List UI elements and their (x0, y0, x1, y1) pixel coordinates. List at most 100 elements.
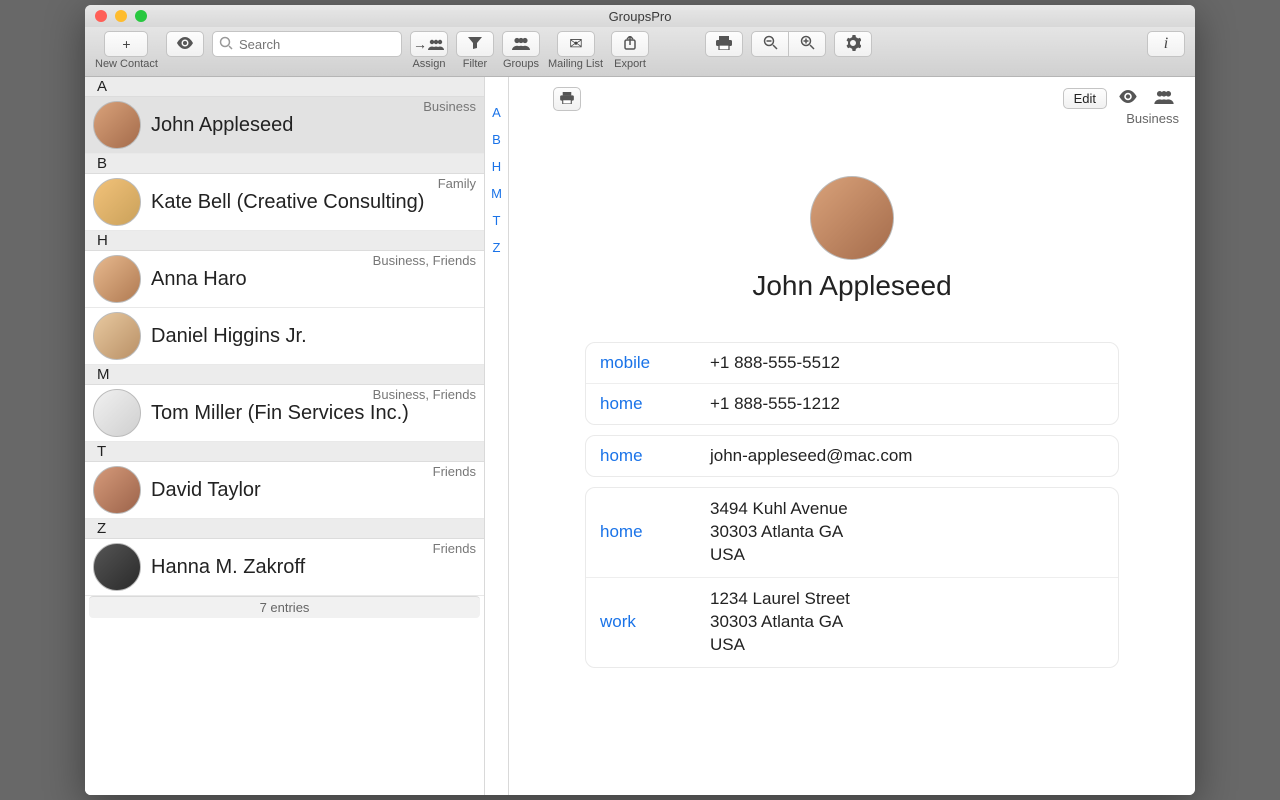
detail-group-label: Business (1126, 111, 1179, 126)
avatar (93, 389, 141, 437)
detail-row[interactable]: mobile+1 888-555-5512 (586, 343, 1118, 384)
settings-button[interactable] (834, 31, 872, 57)
detail-row-value: +1 888-555-1212 (710, 394, 840, 414)
printer-icon (715, 36, 733, 53)
print-button[interactable] (705, 31, 743, 57)
group-icon (1152, 89, 1176, 107)
contact-avatar (810, 176, 894, 260)
row-groups: Family (438, 176, 476, 191)
new-contact-label: New Contact (95, 58, 158, 70)
detail-row-value: john-appleseed@mac.com (710, 446, 912, 466)
avatar (93, 255, 141, 303)
app-window: GroupsPro + New Contact → (85, 5, 1195, 795)
section-header: B (85, 154, 484, 174)
addresses-card: home3494 Kuhl Avenue30303 Atlanta GAUSAw… (585, 487, 1119, 668)
section-header: A (85, 77, 484, 97)
section-header: Z (85, 519, 484, 539)
info-icon: i (1164, 35, 1168, 53)
export-button[interactable] (611, 31, 649, 57)
visibility-button[interactable] (166, 31, 204, 57)
groups-button[interactable] (502, 31, 540, 57)
zoom-out-button[interactable] (751, 31, 789, 57)
row-name: Kate Bell (Creative Consulting) (151, 191, 424, 214)
detail-row-value: 1234 Laurel Street30303 Atlanta GAUSA (710, 588, 850, 657)
assign-label: Assign (412, 58, 445, 70)
info-button[interactable]: i (1147, 31, 1185, 57)
zoom-in-button[interactable] (788, 31, 826, 57)
edit-button[interactable]: Edit (1063, 88, 1107, 109)
detail-row[interactable]: home+1 888-555-1212 (586, 384, 1118, 424)
contact-row[interactable]: FriendsDavid Taylor (85, 462, 484, 519)
row-name: Daniel Higgins Jr. (151, 325, 307, 348)
row-name: Tom Miller (Fin Services Inc.) (151, 402, 409, 425)
titlebar: GroupsPro (85, 5, 1195, 27)
avatar (93, 543, 141, 591)
row-groups: Friends (433, 464, 476, 479)
gear-icon (845, 35, 861, 54)
contact-row[interactable]: Business, FriendsTom Miller (Fin Service… (85, 385, 484, 442)
export-icon (623, 36, 637, 53)
detail-row-value: +1 888-555-5512 (710, 353, 840, 373)
emails-card: homejohn-appleseed@mac.com (585, 435, 1119, 477)
row-name: Hanna M. Zakroff (151, 556, 305, 579)
detail-row-label: home (600, 394, 710, 414)
contact-row[interactable]: Business, FriendsAnna Haro (85, 251, 484, 308)
row-groups: Business, Friends (373, 253, 476, 268)
group-icon (510, 36, 532, 53)
detail-pane: Edit Business (509, 77, 1195, 795)
mailing-list-button[interactable]: ✉ (557, 31, 595, 57)
detail-row-label: home (600, 522, 710, 542)
avatar (93, 178, 141, 226)
section-header: T (85, 442, 484, 462)
window-title: GroupsPro (85, 9, 1195, 24)
detail-row-label: mobile (600, 353, 710, 373)
index-letter[interactable]: Z (493, 240, 501, 255)
detail-row[interactable]: home3494 Kuhl Avenue30303 Atlanta GAUSA (586, 488, 1118, 578)
search-input[interactable] (212, 31, 402, 57)
search-icon (219, 36, 233, 53)
index-letter[interactable]: M (491, 186, 502, 201)
plus-icon: + (122, 36, 130, 52)
detail-group-button[interactable] (1149, 87, 1179, 109)
new-contact-button[interactable]: + (104, 31, 148, 57)
contact-row[interactable]: Family Kate Bell (Creative Consulting) (85, 174, 484, 231)
detail-visibility-button[interactable] (1113, 87, 1143, 109)
eye-icon (1118, 90, 1138, 106)
index-letter[interactable]: T (493, 213, 501, 228)
row-groups: Business, Friends (373, 387, 476, 402)
list-footer: 7 entries (89, 596, 480, 618)
envelope-icon: ✉ (569, 34, 581, 54)
printer-icon (559, 92, 575, 107)
detail-row-label: home (600, 446, 710, 466)
eye-icon (176, 36, 194, 52)
detail-row-value: 3494 Kuhl Avenue30303 Atlanta GAUSA (710, 498, 848, 567)
export-label: Export (614, 58, 646, 70)
phones-card: mobile+1 888-555-5512home+1 888-555-1212 (585, 342, 1119, 425)
contact-row[interactable]: Daniel Higgins Jr. (85, 308, 484, 365)
index-letter[interactable]: B (492, 132, 501, 147)
section-header: H (85, 231, 484, 251)
detail-row[interactable]: homejohn-appleseed@mac.com (586, 436, 1118, 476)
groups-label: Groups (503, 58, 539, 70)
assign-icon: → (413, 36, 445, 52)
index-letter[interactable]: A (492, 105, 501, 120)
contact-row[interactable]: Business John Appleseed (85, 97, 484, 154)
detail-row-label: work (600, 612, 710, 632)
alpha-index: ABHMTZ (485, 77, 509, 795)
row-name: John Appleseed (151, 114, 293, 137)
detail-print-button[interactable] (553, 87, 581, 111)
assign-button[interactable]: → (410, 31, 448, 57)
contact-list-pane: A Business John Appleseed B Family Kate Bell … (85, 77, 485, 795)
contact-row[interactable]: FriendsHanna M. Zakroff (85, 539, 484, 596)
row-groups: Business (423, 99, 476, 114)
filter-button[interactable] (456, 31, 494, 57)
avatar (93, 466, 141, 514)
zoom-in-icon (800, 35, 815, 53)
zoom-out-icon (763, 35, 778, 53)
section-header: M (85, 365, 484, 385)
index-letter[interactable]: H (492, 159, 501, 174)
toolbar: + New Contact → Assign (85, 27, 1195, 77)
funnel-icon (467, 36, 483, 53)
detail-row[interactable]: work1234 Laurel Street30303 Atlanta GAUS… (586, 578, 1118, 667)
avatar (93, 312, 141, 360)
